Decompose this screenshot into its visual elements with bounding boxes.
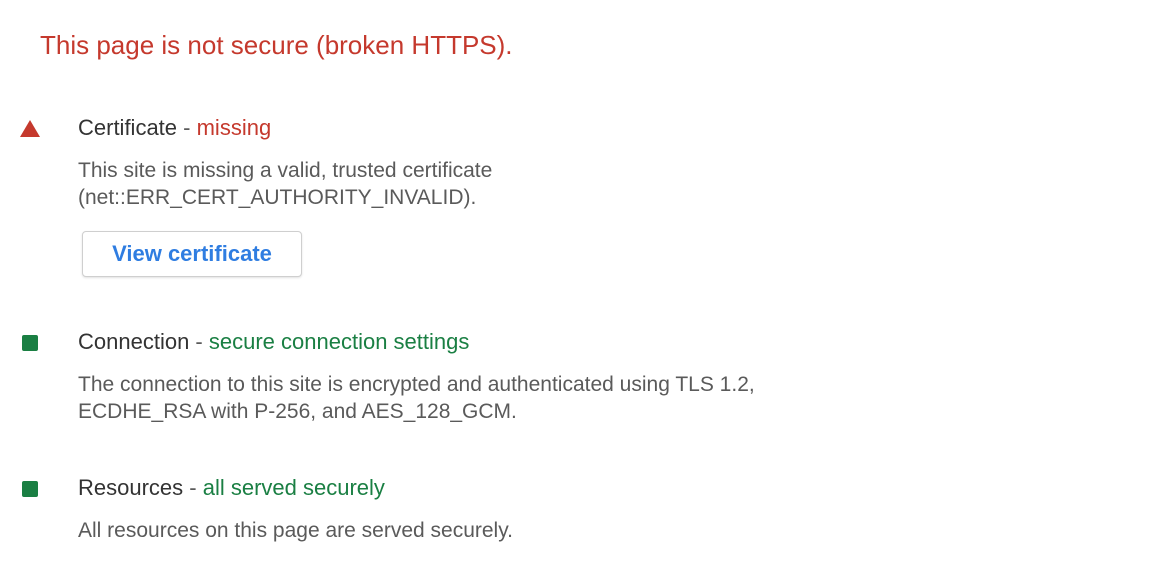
resources-description: All resources on this page are served se… xyxy=(78,517,513,544)
title-separator: - xyxy=(177,115,197,140)
certificate-status: missing xyxy=(196,115,272,140)
connection-status: secure connection settings xyxy=(208,329,470,354)
resources-title: Resources - all served securely xyxy=(78,473,385,503)
connection-description-line: ECDHE_RSA with P-256, and AES_128_GCM. xyxy=(78,400,517,423)
connection-title: Connection - secure connection settings xyxy=(78,327,469,357)
certificate-title: Certificate - missing xyxy=(78,113,271,143)
resources-title-label: Resources xyxy=(78,475,184,500)
connection-description: The connection to this site is encrypted… xyxy=(78,371,755,425)
warning-triangle-icon xyxy=(20,120,40,137)
title-separator: - xyxy=(183,475,203,500)
certificate-description-line: (net::ERR_CERT_AUTHORITY_INVALID). xyxy=(78,186,477,209)
secure-square-icon xyxy=(22,481,38,497)
resources-status: all served securely xyxy=(202,475,385,500)
view-certificate-button[interactable]: View certificate xyxy=(82,231,302,277)
secure-square-icon xyxy=(22,335,38,351)
connection-description-line: The connection to this site is encrypted… xyxy=(78,373,755,396)
certificate-title-label: Certificate xyxy=(78,115,178,140)
certificate-description-line: This site is missing a valid, trusted ce… xyxy=(78,159,493,182)
title-separator: - xyxy=(189,329,209,354)
certificate-description: This site is missing a valid, trusted ce… xyxy=(78,157,492,211)
resources-description-line: All resources on this page are served se… xyxy=(78,519,513,542)
security-summary-heading: This page is not secure (broken HTTPS). xyxy=(40,30,513,60)
connection-title-label: Connection xyxy=(78,329,190,354)
